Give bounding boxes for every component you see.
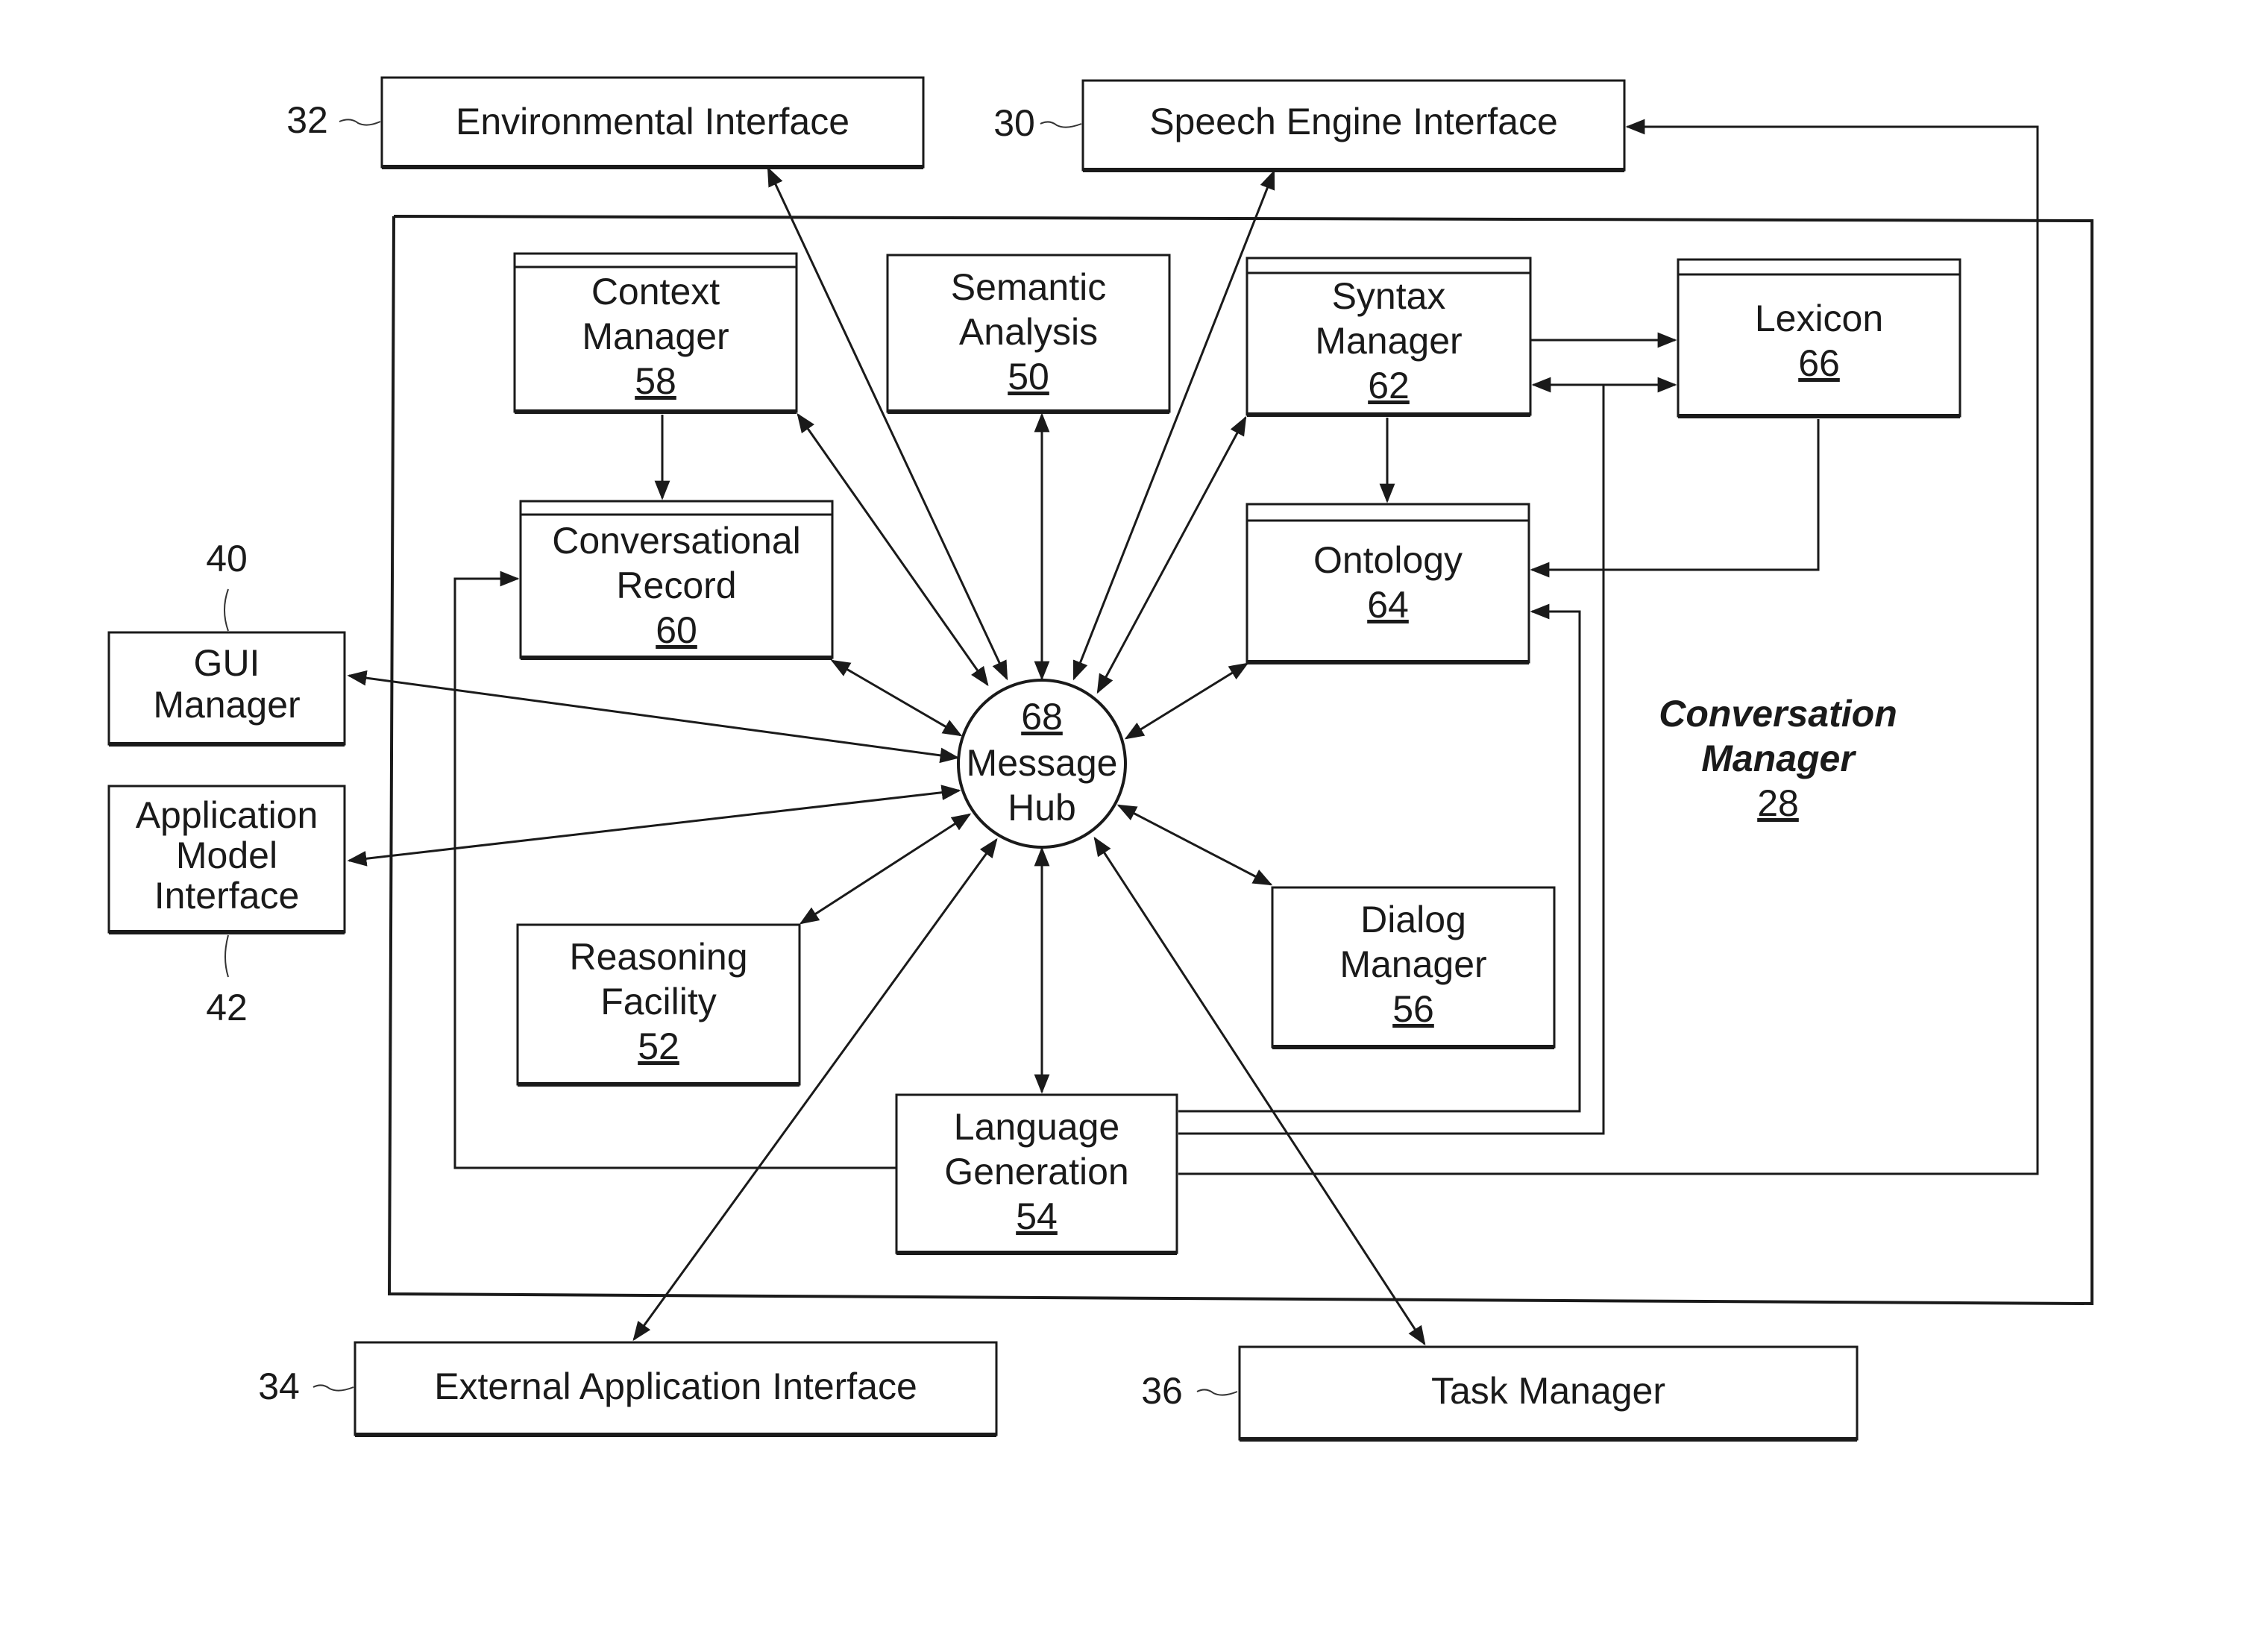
app-model-line2: Model	[176, 835, 277, 876]
reasoning-facility-ref: 52	[638, 1025, 679, 1067]
semantic-analysis-ref: 50	[1008, 356, 1049, 397]
gui-manager-box: GUI Manager	[107, 631, 346, 747]
link-dialog-hub	[1116, 804, 1273, 886]
dialog-manager-line1: Dialog	[1360, 899, 1466, 940]
conversation-manager-title: Conversation Manager 28	[1659, 693, 1897, 824]
callout-40: 40	[206, 538, 248, 579]
conversational-record-box: Conversational Record 60	[519, 500, 834, 660]
context-manager-box: Context Manager 58	[513, 252, 798, 414]
ontology-line1: Ontology	[1313, 539, 1463, 581]
message-hub-ref: 68	[1021, 696, 1063, 738]
callout-32: 32	[286, 99, 328, 141]
language-generation-box: Language Generation 54	[895, 1093, 1178, 1255]
gui-manager-line1: GUI	[194, 642, 260, 684]
message-hub-line1: Message	[967, 742, 1118, 784]
link-appmodel-hub	[347, 785, 961, 867]
speech-engine-interface-label: Speech Engine Interface	[1149, 101, 1558, 142]
language-generation-line2: Generation	[944, 1151, 1128, 1192]
link-lexicon-ontology	[1530, 419, 1820, 578]
language-generation-ref: 54	[1016, 1195, 1058, 1237]
conversation-manager-diagram: Environmental Interface 32 Speech Engine…	[107, 76, 2093, 1442]
ontology-box: Ontology 64	[1245, 503, 1530, 664]
container-title-line2: Manager	[1701, 738, 1856, 779]
container-title-line1: Conversation	[1659, 693, 1897, 735]
conversational-record-line1: Conversational	[552, 520, 801, 562]
syntax-manager-box: Syntax Manager 62	[1245, 257, 1532, 417]
link-speech-hub	[1072, 169, 1275, 681]
conversational-record-line2: Record	[616, 565, 736, 606]
link-ontology-hub	[1124, 662, 1249, 740]
app-model-line3: Interface	[154, 875, 300, 917]
ontology-ref: 64	[1367, 584, 1409, 626]
lexicon-box: Lexicon 66	[1677, 258, 1961, 418]
app-model-line1: Application	[136, 794, 318, 836]
dialog-manager-line2: Manager	[1339, 943, 1486, 985]
reasoning-facility-line2: Facility	[600, 981, 717, 1022]
reasoning-facility-box: Reasoning Facility 52	[516, 923, 801, 1087]
environmental-interface-box: Environmental Interface	[380, 76, 925, 169]
syntax-manager-line1: Syntax	[1332, 275, 1446, 317]
lexicon-line1: Lexicon	[1755, 298, 1883, 339]
message-hub: 68 Message Hub	[957, 679, 1127, 849]
gui-manager-line2: Manager	[153, 684, 300, 726]
context-manager-line2: Manager	[582, 315, 729, 357]
lexicon-ref: 66	[1798, 342, 1840, 384]
context-manager-line1: Context	[591, 271, 720, 312]
syntax-manager-ref: 62	[1368, 365, 1410, 406]
reasoning-facility-line1: Reasoning	[569, 936, 747, 978]
conversational-record-ref: 60	[656, 609, 697, 651]
semantic-analysis-box: Semantic Analysis 50	[886, 254, 1171, 414]
semantic-analysis-line2: Analysis	[959, 311, 1098, 353]
container-ref: 28	[1757, 782, 1799, 824]
callout-30: 30	[993, 102, 1035, 144]
external-application-interface-box: External Application Interface	[354, 1341, 998, 1437]
link-syntax-hub	[1096, 415, 1247, 694]
speech-engine-interface-box: Speech Engine Interface	[1081, 79, 1626, 172]
context-manager-ref: 58	[635, 360, 676, 402]
semantic-analysis-line1: Semantic	[951, 266, 1106, 308]
dialog-manager-ref: 56	[1392, 988, 1434, 1030]
syntax-manager-line2: Manager	[1315, 320, 1462, 362]
task-manager-label: Task Manager	[1431, 1370, 1665, 1412]
environmental-interface-label: Environmental Interface	[456, 101, 849, 142]
callout-36: 36	[1141, 1370, 1183, 1412]
external-application-interface-label: External Application Interface	[434, 1366, 917, 1407]
callout-42: 42	[206, 987, 248, 1028]
callout-34: 34	[258, 1366, 300, 1407]
dialog-manager-box: Dialog Manager 56	[1271, 886, 1556, 1049]
language-generation-line1: Language	[954, 1106, 1119, 1148]
link-gui-hub	[347, 670, 960, 764]
application-model-interface-box: Application Model Interface	[107, 785, 346, 934]
link-reasoning-hub	[799, 813, 972, 925]
task-manager-box: Task Manager	[1238, 1345, 1859, 1442]
message-hub-line2: Hub	[1008, 787, 1076, 829]
link-conversational-hub	[830, 659, 963, 737]
